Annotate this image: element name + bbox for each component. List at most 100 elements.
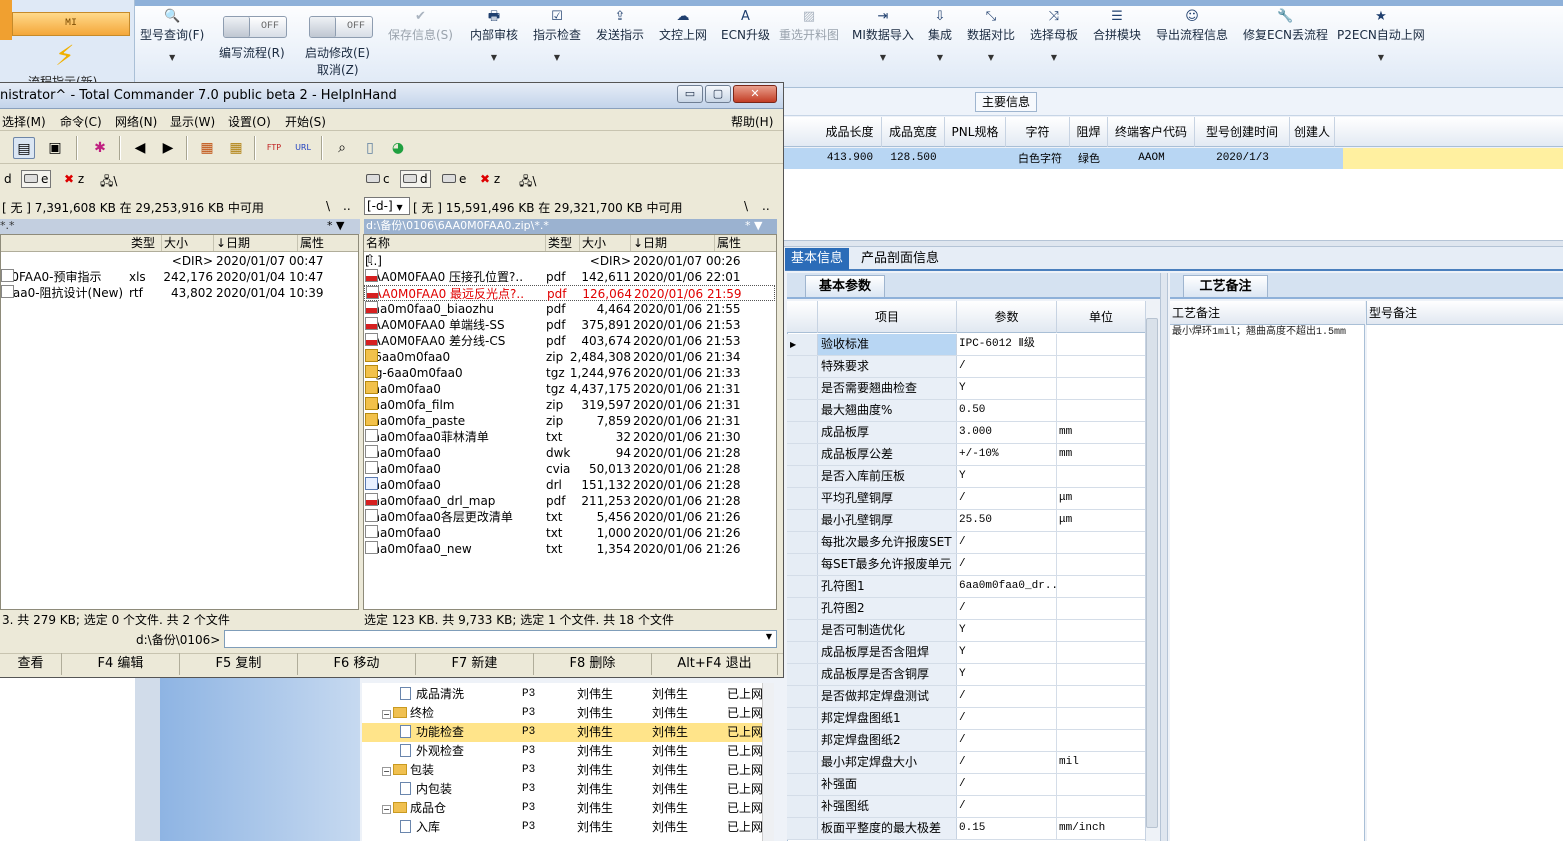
ribbon-button-11[interactable]: ⤨ 选择母板 ▼: [1030, 8, 1078, 62]
model-remark-area[interactable]: [1367, 325, 1563, 841]
param-row[interactable]: 补强面 /: [787, 774, 1145, 796]
col-param[interactable]: 参数: [957, 301, 1057, 333]
ribbon-button-1[interactable]: ✔ 保存信息(S): [388, 8, 453, 43]
tree-row[interactable]: 成品清洗 P3 刘伟生 刘伟生 已上网: [362, 685, 763, 704]
file-row[interactable]: wg-6aa0m0faa0 tgz 1,244,976 2020/01/06 21:3…: [364, 365, 775, 381]
chrome-icon[interactable]: ◕: [387, 137, 409, 159]
process-remark-area[interactable]: [1170, 325, 1365, 841]
param-value[interactable]: +/-10%: [957, 444, 1057, 465]
param-value[interactable]: /: [957, 730, 1057, 751]
param-value[interactable]: Y: [957, 466, 1057, 487]
param-row[interactable]: 每SET最多允许报废单元 /: [787, 554, 1145, 576]
param-row[interactable]: 平均孔壁铜厚 / μm: [787, 488, 1145, 510]
drive-d-left[interactable]: d: [4, 172, 12, 186]
param-row[interactable]: 孔符图2/: [787, 598, 1145, 620]
file-row[interactable]: ⇧ [..] <DIR> 2020/01/07 00:26: [364, 253, 775, 269]
ribbon-button-14[interactable]: 🔧 修复ECN丢流程: [1243, 8, 1328, 43]
chevron-down-icon[interactable]: ▼: [470, 53, 518, 62]
menu-item[interactable]: 网络(N): [115, 113, 157, 130]
param-row[interactable]: 特殊要求 /: [787, 356, 1145, 378]
col-name[interactable]: 名称: [364, 235, 546, 251]
file-row[interactable]: 0faa0-阻抗设计(New) rtf 43,802 2020/01/04 10:39: [1, 285, 358, 301]
ribbon-button-4[interactable]: ⇪ 发送指示: [596, 8, 644, 43]
param-value[interactable]: 0.15: [957, 818, 1057, 839]
tab-basic-info[interactable]: 基本信息: [785, 248, 850, 270]
col-date[interactable]: ↓日期: [214, 235, 298, 251]
ribbon-button-6[interactable]: A ECN升级: [721, 8, 770, 43]
toggle-label-1[interactable]: 启动修改(E): [305, 44, 370, 61]
file-row[interactable]: <DIR> 2020/01/07 00:47: [1, 253, 358, 269]
notepad-icon[interactable]: ▯: [359, 137, 381, 159]
toggle-switch-1[interactable]: OFF: [309, 16, 373, 38]
chevron-down-icon[interactable]: ▼: [140, 53, 204, 62]
fkey-button[interactable]: F8 删除: [534, 653, 652, 675]
col-date[interactable]: ↓日期: [631, 235, 715, 251]
grid-col-header[interactable]: 成品长度: [818, 117, 882, 147]
file-row[interactable]: 6aa0m0faa0各层更改清单 txt 5,456 2020/01/06 21:26: [364, 509, 775, 525]
drive-z-left[interactable]: ✖ z: [64, 172, 84, 186]
close-button[interactable]: ✕: [733, 85, 777, 103]
tree-row[interactable]: 入库 P3 刘伟生 刘伟生 已上网: [362, 818, 763, 837]
horizontal-splitter[interactable]: [780, 240, 1563, 247]
grid-col-header[interactable]: 终端客户代码: [1108, 117, 1195, 147]
file-row[interactable]: G6aa0m0faa0 zip 2,484,308 2020/01/06 21:34: [364, 349, 775, 365]
tree-row[interactable]: − 包装 P3 刘伟生 刘伟生 已上网: [362, 761, 763, 780]
left-path[interactable]: *.*: [0, 219, 360, 234]
forward-arrow-icon[interactable]: ▶: [157, 137, 179, 159]
file-row[interactable]: 6aa0m0fa_film zip 319,597 2020/01/06 21:31: [364, 397, 775, 413]
param-row[interactable]: ▶ 验收标准 IPC-6012 Ⅱ级: [787, 334, 1145, 356]
param-value[interactable]: /: [957, 488, 1057, 509]
back-arrow-icon[interactable]: ◀: [129, 137, 151, 159]
chevron-down-icon[interactable]: ▼: [766, 632, 772, 641]
col-type[interactable]: 类型: [129, 235, 162, 251]
left-root-button[interactable]: \: [326, 199, 330, 213]
unpack-files-icon[interactable]: ▦: [225, 137, 247, 159]
tree-row[interactable]: 外观检查 P3 刘伟生 刘伟生 已上网: [362, 742, 763, 761]
fkey-button[interactable]: F4 编辑: [62, 653, 180, 675]
ribbon-button-8[interactable]: ⇥ MI数据导入 ▼: [852, 8, 914, 62]
toggle-label-0[interactable]: 编写流程(R): [219, 44, 285, 61]
grid-col-header[interactable]: PNL规格: [945, 117, 1006, 147]
file-row[interactable]: 6AA0M0FAA0 最远反光点?.. pdf 126,064 2020/01/06 …: [364, 285, 775, 301]
binoculars-icon[interactable]: ⌕: [331, 137, 353, 159]
file-row[interactable]: 6AA0M0FAA0 差分线-CS pdf 403,674 2020/01/06 21…: [364, 333, 775, 349]
ribbon-button-12[interactable]: ☰ 合拼模块: [1093, 8, 1141, 43]
tab-process-remarks[interactable]: 工艺备注: [1183, 275, 1268, 297]
right-root-button[interactable]: \: [744, 199, 748, 213]
ribbon-button-9[interactable]: ⇩ 集成 ▼: [928, 8, 952, 62]
ribbon-button-10[interactable]: ⤡ 数据对比 ▼: [967, 8, 1015, 62]
ribbon-button-15[interactable]: ★ P2ECN自动上网 ▼: [1337, 8, 1425, 62]
tab-basic-params[interactable]: 基本参数: [805, 275, 885, 297]
param-value[interactable]: IPC-6012 Ⅱ级: [957, 334, 1057, 355]
param-row[interactable]: 邦定焊盘图纸2/: [787, 730, 1145, 752]
vertical-splitter[interactable]: [1160, 273, 1168, 841]
file-row[interactable]: 6aa0m0faa0_drl_map pdf 211,253 2020/01/06 2…: [364, 493, 775, 509]
fkey-button[interactable]: Alt+F4 退出: [652, 653, 778, 675]
param-row[interactable]: 最大翘曲度% 0.50: [787, 400, 1145, 422]
file-row[interactable]: 6aa0m0faa0 cvia 50,013 2020/01/06 21:28: [364, 461, 775, 477]
grid-col-header[interactable]: 成品宽度: [882, 117, 945, 147]
maximize-button[interactable]: ▢: [705, 85, 731, 103]
param-value[interactable]: 6aa0m0faa0_dr...: [957, 576, 1057, 597]
param-value[interactable]: 0.50: [957, 400, 1057, 421]
param-row[interactable]: 最小邦定焊盘大小 / mil: [787, 752, 1145, 774]
ribbon-button-13[interactable]: ☺ 导出流程信息: [1156, 8, 1228, 43]
param-row[interactable]: 邦定焊盘图纸1/: [787, 708, 1145, 730]
param-value[interactable]: Y: [957, 620, 1057, 641]
pack-files-icon[interactable]: ▦: [196, 137, 218, 159]
param-row[interactable]: 是否做邦定焊盘测试 /: [787, 686, 1145, 708]
drive-c-right[interactable]: c: [366, 172, 390, 186]
file-row[interactable]: 6aa0m0fa_paste zip 7,859 2020/01/06 21:31: [364, 413, 775, 429]
tree-row[interactable]: 功能检查 P3 刘伟生 刘伟生 已上网: [362, 723, 763, 742]
fkey-button[interactable]: 查看: [0, 653, 62, 675]
param-row[interactable]: 板面平整度的最大极差 0.15 mm/inch: [787, 818, 1145, 840]
menu-item[interactable]: 命令(C): [60, 113, 102, 130]
tree-row[interactable]: − 终检 P3 刘伟生 刘伟生 已上网: [362, 704, 763, 723]
menu-item[interactable]: 显示(W): [170, 113, 215, 130]
param-row[interactable]: 每批次最多允许报废SET /: [787, 532, 1145, 554]
file-row[interactable]: 6aa0m0faa0 tgz 4,437,175 2020/01/06 21:31: [364, 381, 775, 397]
drive-e-right[interactable]: e: [442, 172, 466, 186]
thumbnail-view-icon[interactable]: ▣: [44, 137, 66, 159]
right-path[interactable]: d:\备份\0106\6AA0M0FAA0.zip\*.*: [364, 219, 777, 234]
col-attr[interactable]: 属性: [298, 235, 358, 251]
